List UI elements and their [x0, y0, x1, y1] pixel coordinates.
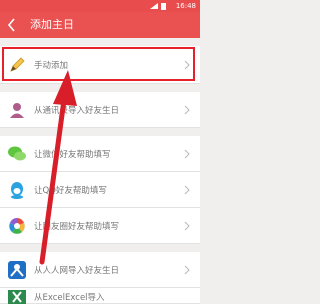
- contact-icon: [10, 103, 24, 118]
- chevron-right-icon: [184, 105, 190, 115]
- excel-icon: [8, 290, 26, 304]
- qq-friends-label: 让QQ好友帮助填写: [34, 186, 107, 196]
- wechat-friends-label: 让微信好友帮助填写: [34, 150, 111, 160]
- qq-friends-item[interactable]: 让QQ好友帮助填写: [0, 172, 200, 208]
- page-title: 添加主日: [30, 18, 74, 31]
- status-bar: 16:48: [0, 0, 200, 12]
- back-icon[interactable]: [6, 16, 18, 34]
- excel-import-label: 从ExcelExcel导入: [34, 293, 105, 303]
- excel-import-item[interactable]: 从ExcelExcel导入: [0, 288, 200, 304]
- signal-icon: [150, 3, 158, 9]
- wechat-friends-item[interactable]: 让微信好友帮助填写: [0, 136, 200, 172]
- renren-import-label: 从人人网导入好友生日: [34, 266, 120, 276]
- chevron-right-icon: [184, 265, 190, 275]
- import-contacts-item[interactable]: 从通讯录导入好友生日: [0, 92, 200, 128]
- renren-import-item[interactable]: 从人人网导入好友生日: [0, 252, 200, 288]
- moments-icon: [8, 217, 26, 235]
- app-header: 添加主日: [0, 12, 200, 38]
- section-gap: [0, 244, 200, 250]
- renren-icon: [8, 261, 26, 279]
- chevron-right-icon: [184, 149, 190, 159]
- chevron-right-icon: [184, 221, 190, 231]
- moments-friends-item[interactable]: 让朋友圈好友帮助填写: [0, 208, 200, 244]
- status-icons: [150, 3, 166, 10]
- import-contacts-label: 从通讯录导入好友生日: [34, 106, 120, 116]
- status-time: 16:48: [175, 2, 196, 10]
- qq-icon: [11, 182, 23, 199]
- moments-friends-label: 让朋友圈好友帮助填写: [34, 222, 120, 232]
- chevron-right-icon: [184, 185, 190, 195]
- highlight-box: [2, 47, 195, 81]
- wechat-icon: [8, 146, 26, 161]
- manual-add-item[interactable]: 手动添加: [0, 46, 200, 84]
- battery-icon: [161, 3, 166, 10]
